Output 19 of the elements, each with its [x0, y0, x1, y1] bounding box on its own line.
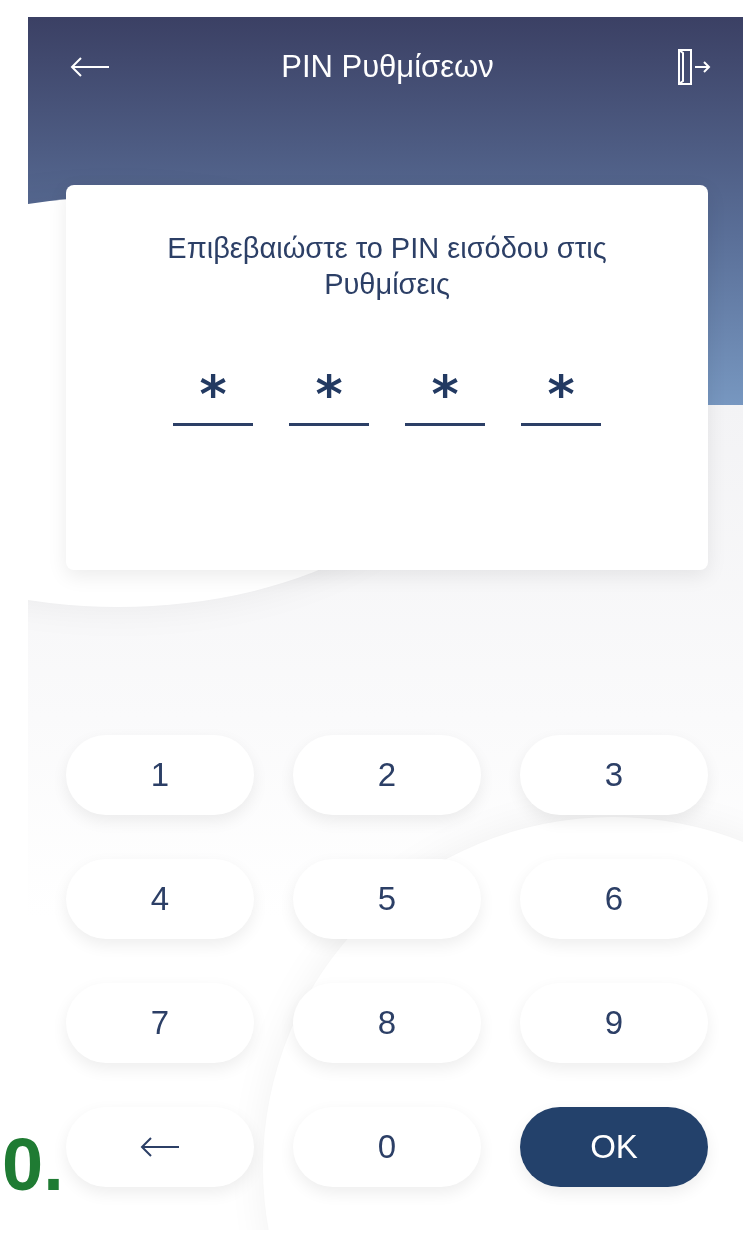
digit-key[interactable]: 9 — [520, 983, 708, 1063]
pin-digit-field: * — [289, 364, 369, 426]
digit-key[interactable]: 8 — [293, 983, 481, 1063]
digit-key[interactable]: 4 — [66, 859, 254, 939]
back-arrow-icon — [70, 57, 110, 77]
pin-digit-field: * — [405, 364, 485, 426]
digit-key[interactable]: 1 — [66, 735, 254, 815]
annotation-label: 0. — [2, 1128, 64, 1202]
pin-digit-field: * — [521, 364, 601, 426]
pin-digit-field: * — [173, 364, 253, 426]
digit-key[interactable]: 5 — [293, 859, 481, 939]
digit-key[interactable]: 0 — [293, 1107, 481, 1187]
digit-key[interactable]: 3 — [520, 735, 708, 815]
ok-button[interactable]: OK — [520, 1107, 708, 1187]
screen-title: PIN Ρυθμίσεων — [281, 49, 494, 85]
pin-prompt: Επιβεβαιώστε το PIN εισόδου στις Ρυθμίσεις — [166, 231, 608, 303]
digit-key[interactable]: 6 — [520, 859, 708, 939]
digit-key[interactable]: 7 — [66, 983, 254, 1063]
digit-key[interactable]: 2 — [293, 735, 481, 815]
